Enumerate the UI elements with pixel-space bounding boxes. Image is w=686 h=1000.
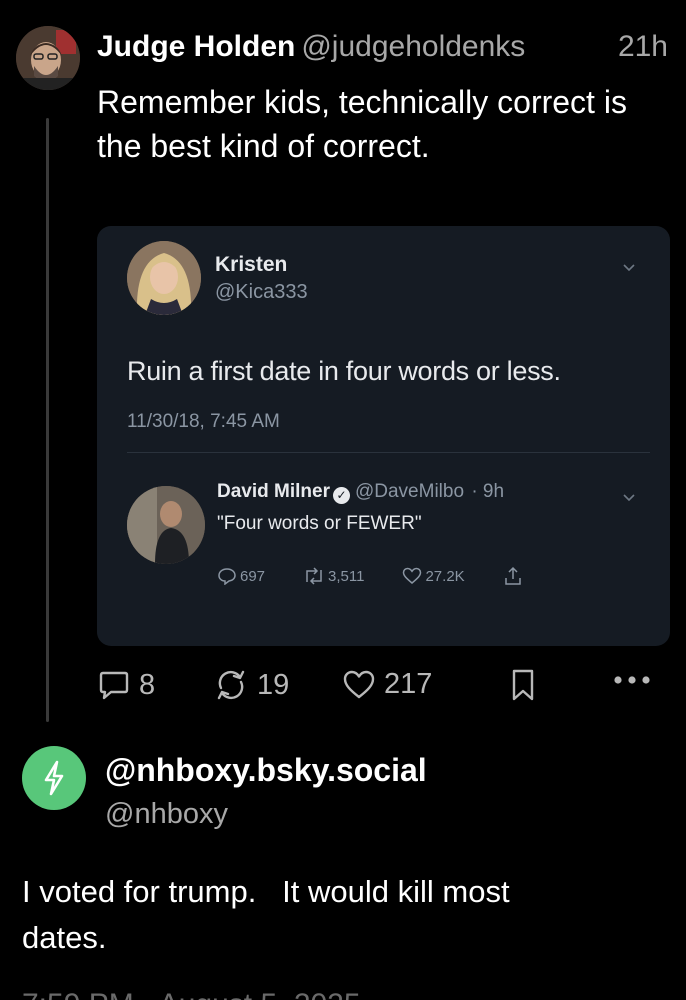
like-count: 217 (384, 668, 433, 700)
reply-share (503, 566, 526, 586)
bookmark-icon (512, 669, 534, 701)
heart-icon (343, 670, 375, 698)
bluesky-lightning-icon (44, 760, 64, 796)
reply-action-bar: 697 3,511 27.2K (217, 566, 564, 586)
embedded-tweet-date: 11/30/18, 7:45 AM (127, 411, 280, 432)
author-handle[interactable]: @judgeholdenks (301, 30, 525, 63)
reply-replies: 697 (217, 567, 265, 585)
post-time[interactable]: 21h (618, 30, 668, 64)
second-author-name[interactable]: @nhboxy.bsky.social (105, 752, 427, 789)
reply-author-name: David Milner (217, 481, 330, 502)
reply-author-avatar (127, 486, 205, 564)
more-options-button[interactable] (612, 674, 660, 686)
heart-icon (403, 567, 422, 584)
bookmark-button[interactable] (509, 668, 545, 702)
share-icon (504, 566, 521, 585)
reply-retweets-count: 3,511 (328, 567, 365, 585)
author-name[interactable]: Judge Holden (97, 30, 295, 63)
second-post-text: I voted for trump. It would kill most da… (22, 874, 519, 955)
reply-author-handle: @DaveMilbo (354, 481, 465, 502)
reply-time: · 9h (471, 481, 505, 502)
like-button[interactable]: 217 (342, 668, 432, 701)
thread-connector-line (46, 118, 49, 722)
reply-text: "Four words or FEWER" (217, 513, 422, 534)
reply-header: David Milner ✓ @DaveMilbo · 9h (217, 481, 504, 504)
second-author-handle[interactable]: @nhboxy (105, 798, 228, 831)
chevron-down-icon (623, 494, 635, 502)
chevron-down-icon (623, 264, 635, 272)
repost-count: 19 (257, 668, 290, 701)
more-options-icon (614, 676, 650, 684)
embedded-tweet-text: Ruin a first date in four words or less. (127, 356, 561, 386)
embedded-image[interactable]: Kristen @Kica333 Ruin a first date in fo… (97, 226, 670, 646)
embedded-author-avatar (127, 241, 201, 315)
post-action-bar: 8 19 217 (97, 668, 662, 708)
reply-likes: 27.2K (402, 567, 465, 585)
repost-icon (217, 670, 245, 700)
retweet-icon (306, 567, 322, 585)
post-text: Remember kids, technically correct is th… (97, 84, 627, 164)
post-header: Judge Holden @judgeholdenks (97, 30, 525, 64)
author-avatar[interactable] (16, 26, 80, 90)
embedded-divider (127, 452, 650, 453)
embedded-author-handle: @Kica333 (215, 281, 308, 303)
post-timestamp: 7:59 PM · August 5, 2025 (22, 988, 361, 1000)
reply-count: 8 (139, 668, 156, 701)
reply-retweets: 3,511 (303, 567, 364, 585)
comment-icon (218, 568, 236, 585)
comment-icon (99, 671, 129, 700)
embedded-author-name: Kristen (215, 253, 288, 276)
reply-replies-count: 697 (240, 567, 266, 585)
verified-badge-icon: ✓ (332, 487, 350, 504)
reply-likes-count: 27.2K (425, 567, 465, 585)
reply-button[interactable]: 8 (97, 668, 155, 702)
bluesky-avatar[interactable] (22, 746, 86, 810)
repost-button[interactable]: 19 (213, 668, 289, 702)
